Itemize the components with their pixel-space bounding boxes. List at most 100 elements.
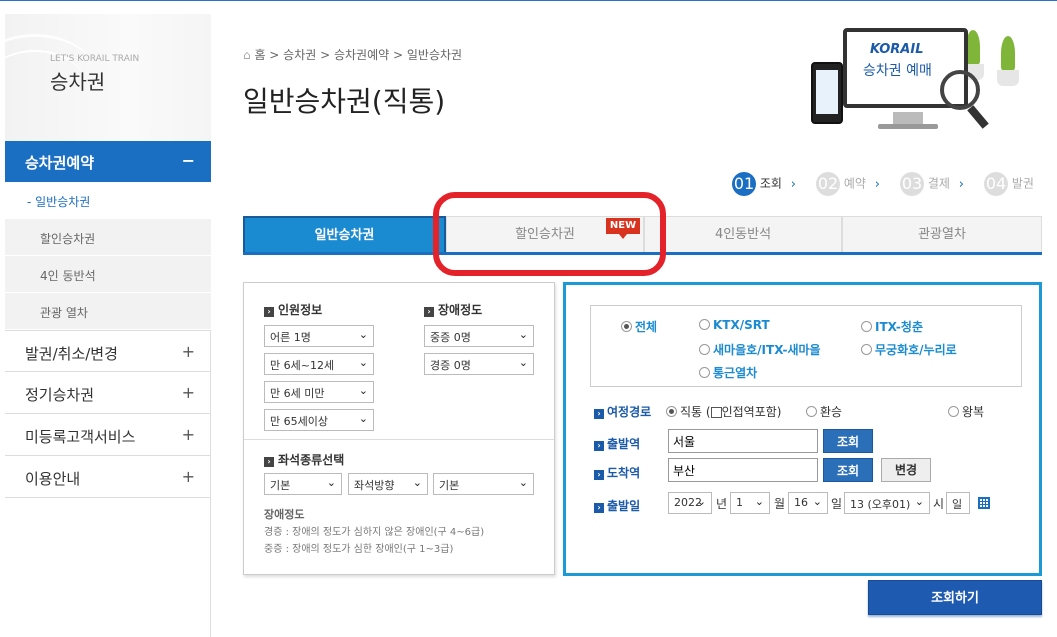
menu-item-ticket-reservation[interactable]: 승차권예약 − [5,141,211,182]
chevron-down-icon: ⌄ [358,412,368,425]
route-panel: 전체 KTX/SRT ITX-청춘 새마을호/ITX-새마을 무궁화호/누리로 … [563,282,1042,576]
expand-icon[interactable]: + [182,467,195,486]
chevron-down-icon: ⌄ [358,384,368,397]
radio-checked-icon [621,321,632,332]
radio-round-trip[interactable]: 왕복 [948,403,984,420]
chevron-down-icon: ⌄ [914,495,924,508]
arrow-icon: › [264,307,274,317]
radio-all[interactable]: 전체 [621,318,657,335]
chevron-down-icon: ⌄ [518,328,528,341]
arrow-icon: › [594,503,604,513]
radio-icon [699,344,710,355]
senior-select[interactable]: 만 65세이상 ⌄ [264,409,374,431]
note-title: 장애정도 [264,508,305,521]
phone-icon [811,62,843,124]
magnifier-icon [940,70,980,110]
magnifier-handle [967,105,989,129]
step-label: 결제 [927,176,950,191]
tab-tour-train[interactable]: 관광열차 [842,216,1042,252]
departure-input[interactable] [668,429,818,453]
radio-mugunghwa[interactable]: 무궁화호/누리로 [861,341,957,358]
menu-item-guest-service[interactable]: 미등록고객서비스 + [5,414,211,456]
arrival-input[interactable] [668,458,818,482]
seat-type-select[interactable]: 기본 ⌄ [264,473,342,495]
radio-itx-cheongchun[interactable]: ITX-청춘 [861,318,923,335]
year-unit: 년 [716,497,728,511]
sub-item-four-seat[interactable]: 4인 동반석 [5,256,211,293]
adult-select[interactable]: 어른 1명 ⌄ [264,325,374,347]
month-select[interactable]: 1 ⌄ [730,492,770,514]
menu-label: 이용안내 [25,470,81,488]
passenger-info-title: › 인원정보 [264,301,322,318]
radio-commuter[interactable]: 통근열차 [699,364,757,381]
chevron-down-icon: ⌄ [518,476,528,489]
calendar-icon[interactable] [978,497,990,509]
radio-ktx-srt[interactable]: KTX/SRT [699,318,770,332]
date-label: › 출발일 [594,497,640,514]
infant-select[interactable]: 만 6세 미만 ⌄ [264,381,374,403]
radio-icon [806,406,817,417]
expand-icon[interactable]: + [182,425,195,444]
radio-transfer[interactable]: 환승 [806,403,842,420]
expand-icon[interactable]: + [182,383,195,402]
arrow-icon: › [594,441,604,451]
step-issue: 04 발권 [984,172,1034,196]
child-select[interactable]: 만 6세~12세 ⌄ [264,353,374,375]
menu-item-season-ticket[interactable]: 정기승차권 + [5,372,211,414]
monitor-base [878,124,938,129]
step-number: 02 [816,172,840,196]
highlight-annotation [433,192,666,276]
breadcrumb: ⌂ 홈 > 승차권 > 승차권예약 > 일반승차권 [243,46,462,63]
tab-general-ticket[interactable]: 일반승차권 [243,216,446,252]
arrival-search-button[interactable]: 조회 [823,458,873,482]
menu-item-issue-cancel[interactable]: 발권/취소/변경 + [5,330,211,372]
tab-four-seat[interactable]: 4인동반석 [644,216,842,252]
chevron-down-icon: ⌄ [358,328,368,341]
sub-item-tour-train[interactable]: 관광 열차 [5,293,211,330]
step-number: 01 [732,172,756,196]
departure-search-button[interactable]: 조회 [823,429,873,453]
sub-item-general-ticket[interactable]: - 일반승차권 [5,182,211,219]
arrow-icon: › [594,470,604,480]
day-select[interactable]: 16 ⌄ [788,492,828,514]
step-inquiry: 01 조회 › [732,172,796,196]
chevron-down-icon: ⌄ [358,356,368,369]
step-payment: 03 결제 › [900,172,964,196]
month-unit: 월 [774,497,786,511]
seat-position-select[interactable]: 기본 ⌄ [433,473,534,495]
passenger-panel: › 인원정보 어른 1명 ⌄ 만 6세~12세 ⌄ 만 6세 미만 ⌄ 만 65세이상 ⌄… [243,282,555,575]
year-select[interactable]: 2022 ⌄ [668,492,712,514]
menu-item-usage-guide[interactable]: 이용안내 + [5,456,211,498]
seat-direction-select[interactable]: 좌석방향 ⌄ [348,473,428,495]
minute-select[interactable]: 일 [946,492,970,514]
mild-disability-select[interactable]: 경증 0명 ⌄ [424,353,534,375]
step-label: 예약 [843,176,866,191]
radio-icon [699,319,710,330]
swap-stations-button[interactable]: 변경 [881,458,931,482]
progress-steps: 01 조회 › 02 예약 › 03 결제 › 04 발권 [732,172,1042,198]
home-icon[interactable]: ⌂ [243,48,251,62]
radio-direct[interactable]: 직통 (인접역포함) [666,403,781,420]
menu-label: 미등록고객서비스 [25,428,136,446]
chevron-down-icon: ⌄ [326,476,336,489]
radio-icon [861,321,872,332]
collapse-icon[interactable]: − [182,151,195,170]
page-title: 일반승차권(직통) [243,85,446,118]
search-button[interactable]: 조회하기 [868,580,1042,615]
step-label: 발권 [1011,176,1034,191]
chevron-down-icon: ⌄ [754,495,764,508]
adjacent-station-checkbox[interactable] [710,407,722,418]
train-type-box: 전체 KTX/SRT ITX-청춘 새마을호/ITX-새마을 무궁화호/누리로 … [590,305,1022,387]
hour-select[interactable]: 13 (오후01) ⌄ [844,492,930,514]
chevron-down-icon: ⌄ [412,476,422,489]
arrow-icon: › [424,307,434,317]
severe-disability-select[interactable]: 중증 0명 ⌄ [424,325,534,347]
hour-unit: 시 [933,497,945,511]
sub-item-discount-ticket[interactable]: 할인승차권 [5,219,211,256]
radio-saemaeul[interactable]: 새마을호/ITX-새마을 [699,341,821,358]
plant-icon [993,36,1023,86]
note-severe: 중증 : 장애의 정도가 심한 장애인(구 1~3급) [264,544,454,555]
day-unit: 일 [831,497,843,511]
sidebar-subtitle: LET'S KORAIL TRAIN [50,54,140,64]
expand-icon[interactable]: + [182,342,195,361]
